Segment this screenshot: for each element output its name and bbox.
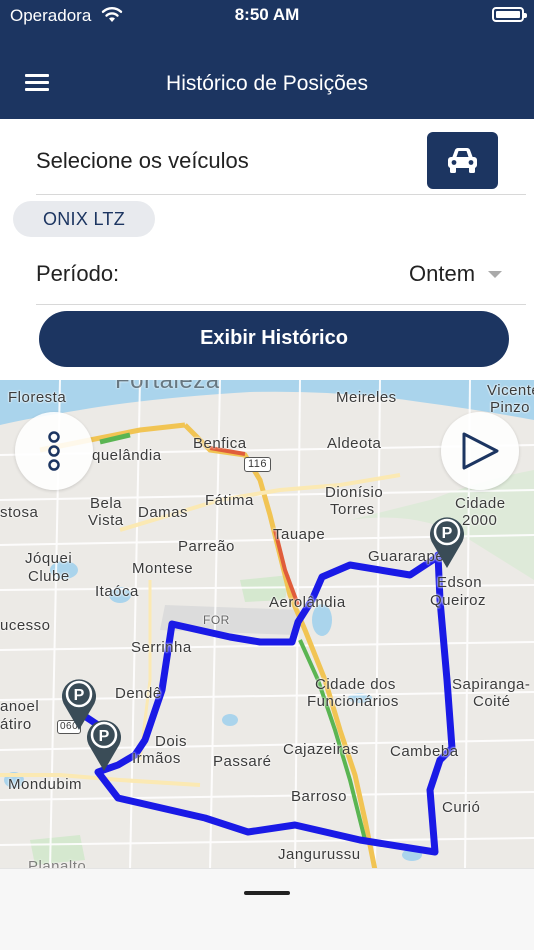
svg-text:P: P <box>74 687 85 704</box>
show-history-button[interactable]: Exibir Histórico <box>39 311 509 367</box>
map-label: stosa <box>0 504 39 521</box>
divider <box>36 194 526 195</box>
map-label: Tauape <box>273 526 326 543</box>
map-label: Vicente <box>487 382 534 399</box>
map-label: quelândia <box>92 447 162 464</box>
map-label: Passaré <box>213 753 272 770</box>
map-label: Curió <box>442 799 481 816</box>
map-options-button[interactable] <box>15 412 93 490</box>
road-shield: 116 <box>244 457 272 472</box>
divider <box>36 304 526 305</box>
svg-text:P: P <box>99 728 110 745</box>
map-label: Mondubim <box>8 776 83 793</box>
map-label: Irmãos <box>132 750 181 767</box>
map-label: Funcionários <box>307 693 399 710</box>
map-label: Cajazeiras <box>283 741 359 758</box>
map-label: Cambeba <box>390 743 459 760</box>
svg-text:P: P <box>442 525 453 542</box>
map-label: átiro <box>0 716 32 733</box>
period-dropdown[interactable]: Ontem <box>400 258 510 290</box>
map-label: Coité <box>473 693 511 710</box>
map-label: Fortaleza <box>115 380 220 394</box>
map-label: Clube <box>28 568 70 585</box>
map-label: Dendê <box>115 685 162 702</box>
play-route-button[interactable] <box>441 412 519 490</box>
map-label: Queiroz <box>430 592 487 609</box>
select-vehicles-label: Selecione os veículos <box>36 148 249 173</box>
map-label: Damas <box>138 504 189 521</box>
map-label: Parreão <box>178 538 235 555</box>
map-label: Itaóca <box>95 583 139 600</box>
status-time: 8:50 AM <box>234 5 300 24</box>
map-label: Torres <box>330 501 375 518</box>
parking-icon[interactable]: P <box>425 511 469 569</box>
battery-icon <box>492 7 527 22</box>
map-label: Barroso <box>291 788 348 805</box>
map-label: Serrinha <box>131 639 192 656</box>
map-label: Bela <box>90 495 123 512</box>
chevron-down-icon <box>488 271 502 278</box>
map-label: Montese <box>132 560 194 577</box>
parking-icon[interactable]: P <box>82 714 126 772</box>
map-label: Floresta <box>8 389 67 406</box>
map-label: Meireles <box>336 389 397 406</box>
map-label: Jóquei <box>25 550 73 567</box>
bottom-sheet-bar <box>0 868 534 950</box>
vehicle-chip-label: ONIX LTZ <box>42 209 126 229</box>
map-label: Fátima <box>205 492 254 509</box>
map-label: Dois <box>155 733 188 750</box>
play-icon <box>462 432 499 470</box>
map-view[interactable]: Fortaleza Floresta Meireles Vicente Pinz… <box>0 380 534 870</box>
period-value: Ontem <box>409 261 476 286</box>
status-bar: Operadora 8:50 AM <box>0 0 534 34</box>
show-history-label: Exibir Histórico <box>200 327 348 349</box>
select-vehicle-button[interactable] <box>427 132 498 189</box>
map-label: FOR <box>203 613 230 627</box>
map-label: Vista <box>88 512 124 529</box>
map-label: ucesso <box>0 617 51 634</box>
map-label: Jangurussu <box>278 846 361 863</box>
page-title: Histórico de Posições <box>166 72 368 95</box>
map-label: Aerolândia <box>269 594 346 611</box>
map-label: Cidade <box>455 495 506 512</box>
map-label: Dionísio <box>325 484 384 501</box>
map-label: Benfica <box>193 435 247 452</box>
map-label: Aldeota <box>327 435 382 452</box>
period-label: Período: <box>36 261 120 286</box>
app-header: Operadora 8:50 AM Histórico de Posições <box>0 0 534 119</box>
vehicle-chip[interactable]: ONIX LTZ <box>13 201 155 237</box>
three-dots-icon <box>48 431 60 471</box>
home-indicator[interactable] <box>244 891 290 895</box>
map-label: Edson <box>437 574 483 591</box>
car-icon <box>448 148 477 173</box>
map-label: Sapiranga- <box>452 676 531 693</box>
map-label: anoel <box>0 698 40 715</box>
map-label: Cidade dos <box>315 676 396 693</box>
